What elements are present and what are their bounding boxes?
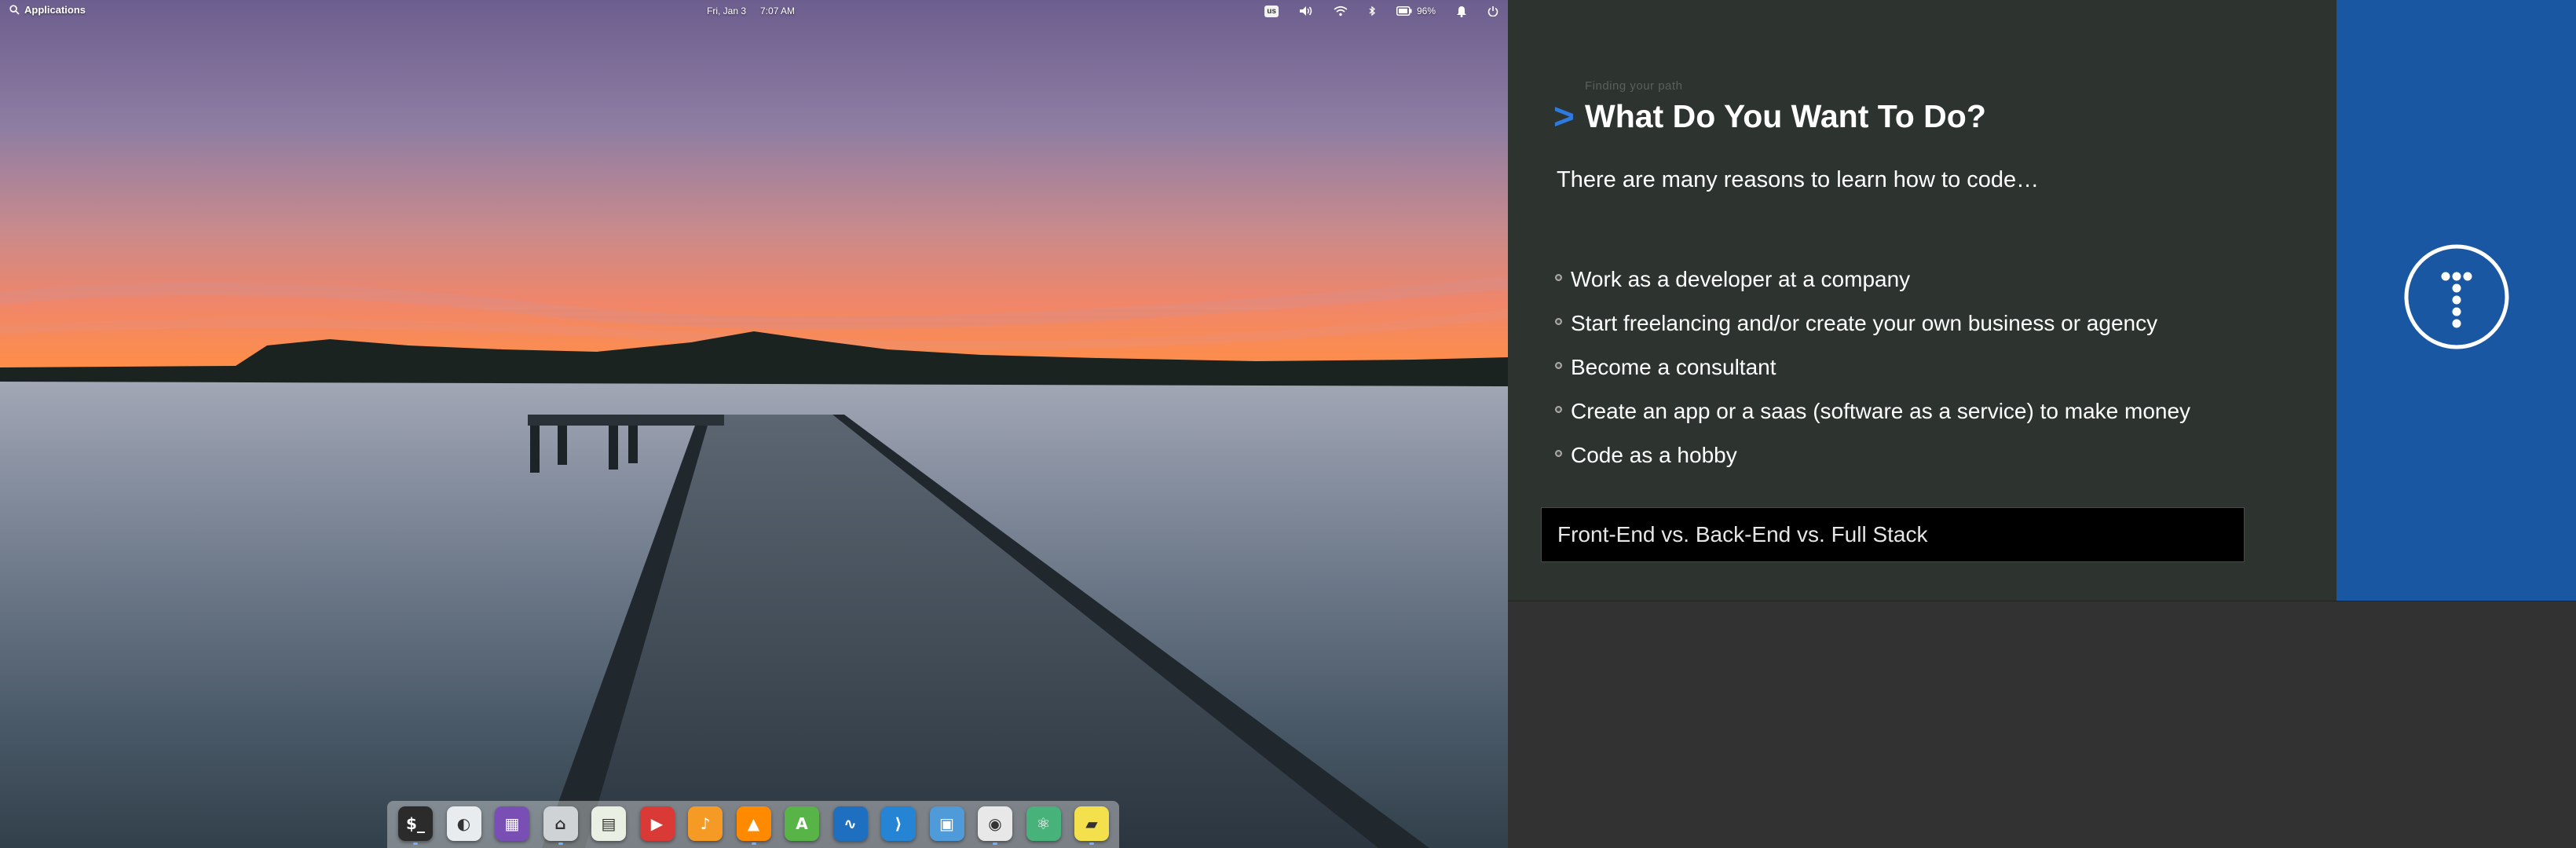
videos-icon: ▶	[650, 814, 664, 833]
bullet-icon	[1555, 273, 1562, 281]
dock-item[interactable]: ▤	[591, 806, 626, 841]
dock-item[interactable]: ♪	[688, 806, 723, 841]
sound-indicator[interactable]	[1299, 2, 1313, 20]
battery-icon	[1396, 6, 1412, 16]
dock-item[interactable]: ⌂	[543, 806, 578, 845]
dock-item[interactable]: ▶	[639, 806, 675, 841]
files-icon: ⌂	[554, 814, 566, 833]
slide-banner: Front-End vs. Back-End vs. Full Stack	[1541, 507, 2245, 562]
keyboard-layout-badge: us	[1264, 5, 1279, 17]
dock-item[interactable]: ◉	[978, 806, 1012, 845]
search-icon	[9, 5, 20, 15]
terminal-icon: $_	[406, 814, 425, 833]
notifications-indicator[interactable]	[1456, 2, 1467, 20]
dock-item[interactable]: ∿	[832, 806, 868, 841]
bell-icon	[1457, 5, 1466, 17]
dock-item[interactable]: ▰	[1074, 806, 1109, 845]
desktop-wallpaper	[0, 0, 1508, 848]
power-indicator[interactable]: 96%	[1396, 2, 1436, 20]
bullet-text: Work as a developer at a company	[1571, 267, 1911, 291]
top-panel: Applications Fri, Jan 3 7:07 AM us 96%	[0, 0, 1508, 22]
slide-bullet: Create an app or a saas (software as a s…	[1555, 389, 2190, 433]
running-indicator	[558, 843, 563, 845]
appcenter-icon: ▦	[504, 814, 520, 833]
volume-icon	[1299, 6, 1312, 16]
slide-sidebar	[2336, 0, 2576, 601]
bullet-text: Code as a hobby	[1571, 443, 1737, 467]
slide-subtitle: Finding your path	[1585, 79, 1683, 93]
bullet-icon	[1555, 405, 1562, 413]
dock-item[interactable]: ▦	[495, 806, 529, 841]
applications-label: Applications	[24, 4, 86, 16]
battery-percentage: 96%	[1416, 5, 1436, 16]
brand-logo-icon	[2404, 244, 2509, 349]
slide-bullet-list: Work as a developer at a company Start f…	[1555, 258, 2190, 477]
dock-item[interactable]: ◐	[446, 806, 481, 841]
presentation-slide: Finding your path > What Do You Want To …	[1508, 0, 2576, 601]
date-time-indicator[interactable]: Fri, Jan 3 7:07 AM	[707, 5, 795, 16]
bullet-text: Start freelancing and/or create your own…	[1571, 311, 2158, 335]
dock-item[interactable]: ⚛	[1026, 806, 1061, 841]
left-monitor: Applications Fri, Jan 3 7:07 AM us 96% $…	[0, 0, 1508, 848]
applications-menu[interactable]: Applications	[9, 4, 86, 16]
vlc-icon: ▲	[747, 814, 760, 833]
bluetooth-indicator[interactable]	[1368, 2, 1376, 20]
slide-bullet: Become a consultant	[1555, 345, 2190, 389]
slide-bullet: Code as a hobby	[1555, 433, 2190, 477]
slide-bullet: Work as a developer at a company	[1555, 258, 2190, 302]
bluetooth-icon	[1369, 5, 1375, 16]
network-indicator[interactable]	[1334, 2, 1348, 20]
session-indicator[interactable]	[1487, 2, 1498, 20]
keyboard-indicator[interactable]: us	[1264, 2, 1279, 20]
bullet-icon	[1555, 317, 1562, 325]
wifi-icon	[1334, 5, 1348, 16]
right-monitor: Finding your path > What Do You Want To …	[1508, 0, 2576, 848]
running-indicator	[413, 843, 418, 845]
sticky-notes-icon: ▰	[1085, 814, 1098, 833]
bullet-icon	[1555, 361, 1562, 369]
running-indicator	[1089, 843, 1094, 845]
atom-icon: ⚛	[1036, 814, 1051, 833]
running-indicator	[993, 843, 997, 845]
slide-title: What Do You Want To Do?	[1585, 98, 1986, 134]
slide-chevron: >	[1553, 96, 1575, 137]
running-indicator	[751, 843, 756, 845]
music-icon: ♪	[700, 814, 711, 833]
android-studio-icon: A	[796, 814, 808, 833]
slide-intro: There are many reasons to learn how to c…	[1557, 167, 2040, 192]
chrome-icon: ◉	[988, 814, 1002, 833]
dock: $_ ◐ ▦ ⌂ ▤ ▶ ♪ ▲ A ∿ ⟩ ▣ ◉ ⚛ ▰	[387, 801, 1119, 848]
dock-item[interactable]: A	[785, 806, 819, 841]
system-indicators: us 96%	[1244, 2, 1498, 20]
dock-item[interactable]: ▲	[736, 806, 771, 845]
settings-toggle-icon: ◐	[456, 814, 471, 833]
slide-bullet: Start freelancing and/or create your own…	[1555, 302, 2190, 345]
bullet-icon	[1555, 449, 1562, 457]
bullet-text: Create an app or a saas (software as a s…	[1571, 399, 2191, 423]
vscode-icon: ⟩	[895, 814, 902, 833]
photos-icon: ▣	[939, 814, 954, 833]
dock-item[interactable]: ⟩	[881, 806, 916, 841]
dock-item[interactable]: ▣	[929, 806, 964, 841]
panel-time: 7:07 AM	[760, 5, 796, 16]
bullet-text: Become a consultant	[1571, 355, 1776, 379]
system-monitor-icon: ∿	[843, 814, 857, 833]
spreadsheet-icon: ▤	[601, 814, 617, 833]
power-icon	[1487, 6, 1498, 16]
panel-date: Fri, Jan 3	[707, 5, 747, 16]
dock-item[interactable]: $_	[398, 806, 433, 845]
